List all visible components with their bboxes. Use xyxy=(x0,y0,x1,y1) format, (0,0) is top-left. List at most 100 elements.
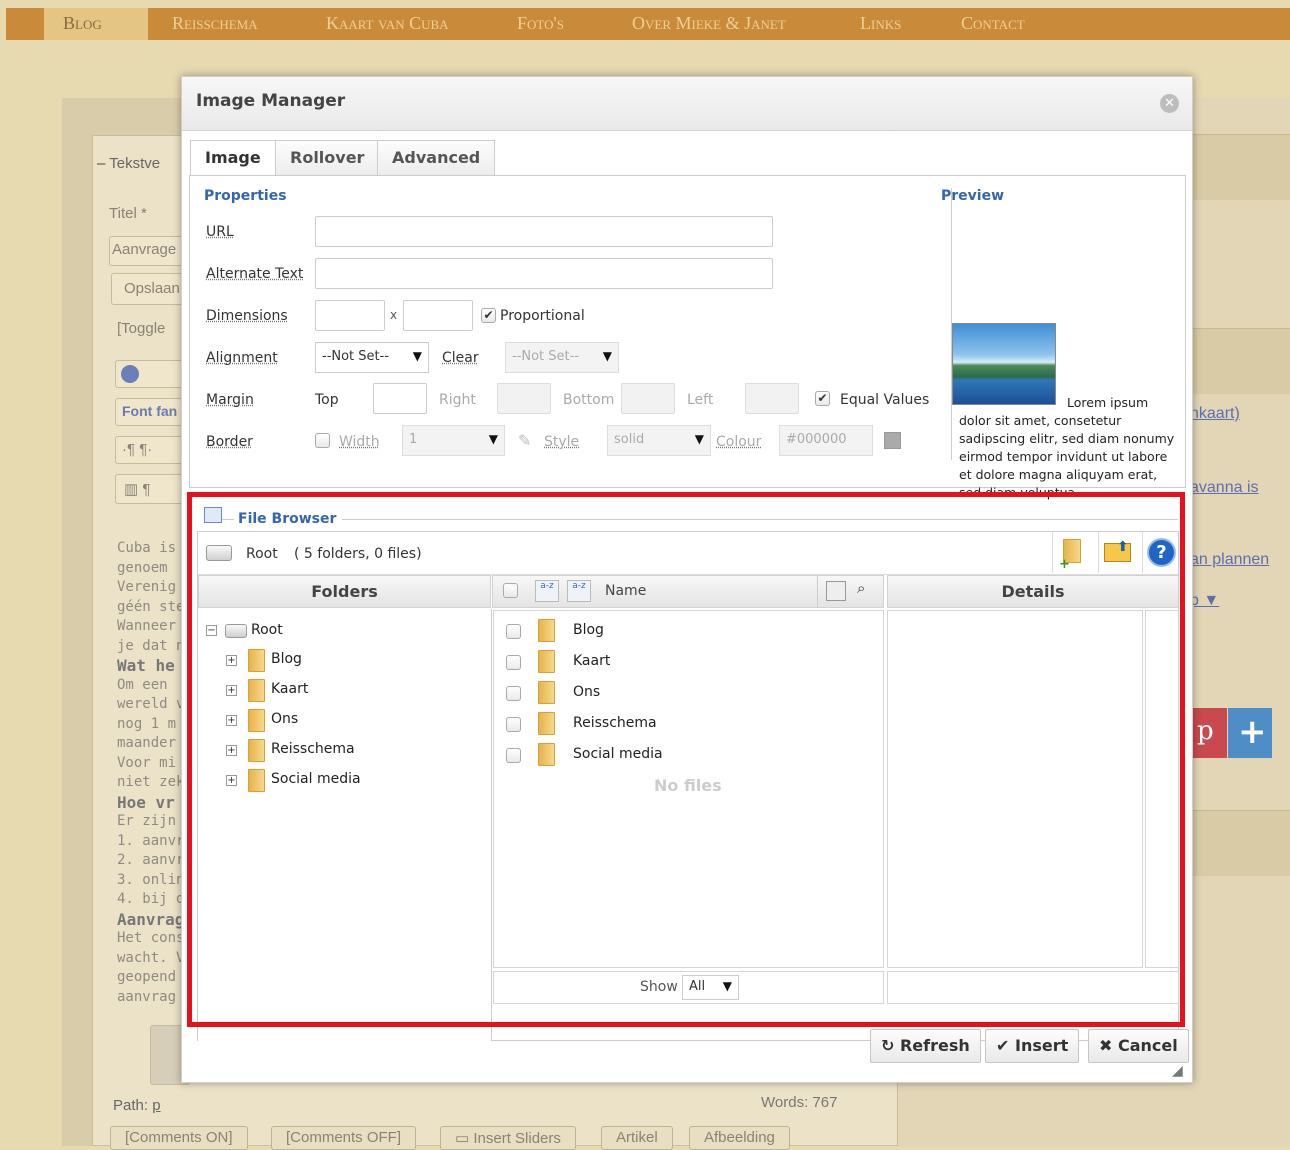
path-label: Path: p xyxy=(113,1097,161,1114)
chevron-down-icon: ▼ xyxy=(694,432,704,446)
style-edit-icon: ✎ xyxy=(518,431,532,450)
equal-values-checkbox[interactable]: ✔ xyxy=(815,391,830,406)
dialog-header: Image Manager ✕ xyxy=(182,77,1192,131)
editor-body-line: nog 1 m xyxy=(117,715,177,732)
editor-body-text: Cuba is genoem Verenig géén ste Wanneer je da… xyxy=(117,539,187,1007)
fieldset-legend: – Tekstve xyxy=(97,155,161,172)
side-link-1[interactable]: nkaart) xyxy=(1190,405,1240,423)
chevron-down-icon: ▼ xyxy=(412,349,422,363)
nav-blog[interactable]: Blog xyxy=(63,13,102,34)
margin-top-label: Top xyxy=(315,392,339,408)
editor-body-line: geopend xyxy=(117,969,177,985)
refresh-icon: ↻ xyxy=(881,1036,900,1055)
nav-kaart[interactable]: Kaart van Cuba xyxy=(326,13,449,34)
nav-reisschema[interactable]: Reisschema xyxy=(172,13,258,34)
border-label: Border xyxy=(206,434,253,450)
afbeelding-button[interactable]: Afbeelding xyxy=(689,1126,790,1150)
border-style-select[interactable]: solid ▼ xyxy=(607,425,711,456)
image-properties-panel: Properties Preview URL Alternate Text Di… xyxy=(189,175,1186,500)
editor-body-line: wereld v xyxy=(117,696,185,712)
tab-image[interactable]: Image xyxy=(190,140,276,178)
height-input[interactable] xyxy=(403,300,473,331)
toggle-link[interactable]: [Toggle xyxy=(117,320,165,337)
margin-left-label: Left xyxy=(687,392,714,408)
editor-body-line: Voor mi xyxy=(117,754,177,771)
editor-body-line: géén ste xyxy=(117,598,185,615)
highlight-frame xyxy=(187,492,1185,1027)
tab-rollover[interactable]: Rollover xyxy=(275,140,380,176)
nav-links[interactable]: Links xyxy=(860,13,901,34)
border-width-label: Width xyxy=(339,434,380,450)
editor-body-line: Hoe vr xyxy=(117,792,175,812)
editor-body-line: Het cons xyxy=(117,930,185,946)
border-colour-input[interactable]: #000000 xyxy=(779,425,873,456)
margin-left-input[interactable] xyxy=(745,383,799,414)
properties-heading: Properties xyxy=(204,188,287,204)
colour-picker-icon[interactable] xyxy=(884,432,901,449)
border-colour-label: Colour xyxy=(716,434,762,450)
margin-bottom-input[interactable] xyxy=(621,383,675,414)
site-nav: Blog Reisschema Kaart van Cuba Foto's Ov… xyxy=(6,8,1290,40)
chevron-down-icon: ▼ xyxy=(488,432,498,446)
artikel-button[interactable]: Artikel xyxy=(601,1126,673,1150)
editor-body-line: 1. aanvr xyxy=(117,832,185,849)
editor-body-line: je dat ni xyxy=(117,637,187,654)
chevron-down-icon: ▼ xyxy=(602,349,612,363)
title-label: Titel * xyxy=(109,205,147,222)
dimensions-label: Dimensions xyxy=(206,308,288,324)
editor-body-line: 3. online xyxy=(117,871,187,888)
editor-body-line: Wat he xyxy=(117,656,175,675)
insert-button[interactable]: ✔ Insert xyxy=(985,1029,1080,1063)
cancel-button[interactable]: ✖ Cancel xyxy=(1088,1029,1189,1063)
border-style-label: Style xyxy=(544,434,580,450)
border-checkbox[interactable] xyxy=(315,433,330,448)
proportional-label: Proportional xyxy=(500,308,585,324)
resize-handle-icon[interactable]: ◢ xyxy=(1172,1063,1183,1079)
dimension-x: x xyxy=(390,308,398,322)
equal-values-label: Equal Values xyxy=(840,392,930,408)
url-input[interactable] xyxy=(315,216,773,247)
word-count: Words: 767 xyxy=(761,1094,838,1111)
editor-toolbar-4: ▥ ¶ xyxy=(115,474,183,504)
nav-contact[interactable]: Contact xyxy=(961,13,1025,34)
editor-body-line: Er zijn 4 xyxy=(117,813,187,829)
margin-top-input[interactable] xyxy=(373,383,427,414)
clear-select[interactable]: --Not Set-- ▼ xyxy=(505,342,619,373)
margin-right-input[interactable] xyxy=(497,383,551,414)
font-family-select[interactable]: Font fan xyxy=(115,398,183,426)
editor-body-line: maander xyxy=(117,735,177,751)
editor-body-line: wacht. V xyxy=(117,949,185,966)
editor-body-line: Om een xyxy=(117,676,168,693)
side-link-4[interactable]: p ▼ xyxy=(1190,592,1219,610)
editor-body-line: 2. aanvr xyxy=(117,852,185,868)
tab-advanced[interactable]: Advanced xyxy=(377,140,496,176)
side-link-3[interactable]: an plannen xyxy=(1190,551,1269,569)
check-icon: ✔ xyxy=(996,1036,1015,1055)
width-input[interactable] xyxy=(315,300,385,331)
side-link-2[interactable]: avanna is xyxy=(1190,479,1259,497)
refresh-button[interactable]: ↻ Refresh xyxy=(870,1029,981,1063)
editor-toolbar-1 xyxy=(115,360,183,388)
margin-right-label: Right xyxy=(439,392,476,408)
share-plus-icon[interactable]: + xyxy=(1228,708,1272,758)
editor-body-line: Verenig xyxy=(117,579,177,595)
editor-toolbar-3: ·¶ ¶· xyxy=(115,436,183,464)
comments-on-button[interactable]: [Comments ON] xyxy=(110,1126,248,1150)
clear-label: Clear xyxy=(442,350,479,366)
alt-text-input[interactable] xyxy=(315,258,773,289)
close-icon[interactable]: ✕ xyxy=(1160,94,1179,113)
close-icon: ✖ xyxy=(1099,1036,1118,1055)
title-input[interactable]: Aanvrage xyxy=(109,236,189,266)
slider-icon: ▭ xyxy=(455,1130,474,1147)
insert-sliders-button[interactable]: ▭ Insert Sliders xyxy=(440,1126,576,1150)
alignment-select[interactable]: --Not Set-- ▼ xyxy=(315,342,429,373)
border-width-select[interactable]: 1 ▼ xyxy=(402,425,505,456)
editor-body-line: Wanneer xyxy=(117,618,177,634)
comments-off-button[interactable]: [Comments OFF] xyxy=(271,1126,417,1150)
editor-body-line: 4. bij de xyxy=(117,891,187,907)
nav-fotos[interactable]: Foto's xyxy=(517,13,564,34)
nav-over[interactable]: Over Mieke & Janet xyxy=(632,13,786,34)
proportional-checkbox[interactable]: ✔ xyxy=(481,308,496,323)
preview-image xyxy=(952,323,1056,405)
save-button[interactable]: Opslaan xyxy=(111,273,191,305)
